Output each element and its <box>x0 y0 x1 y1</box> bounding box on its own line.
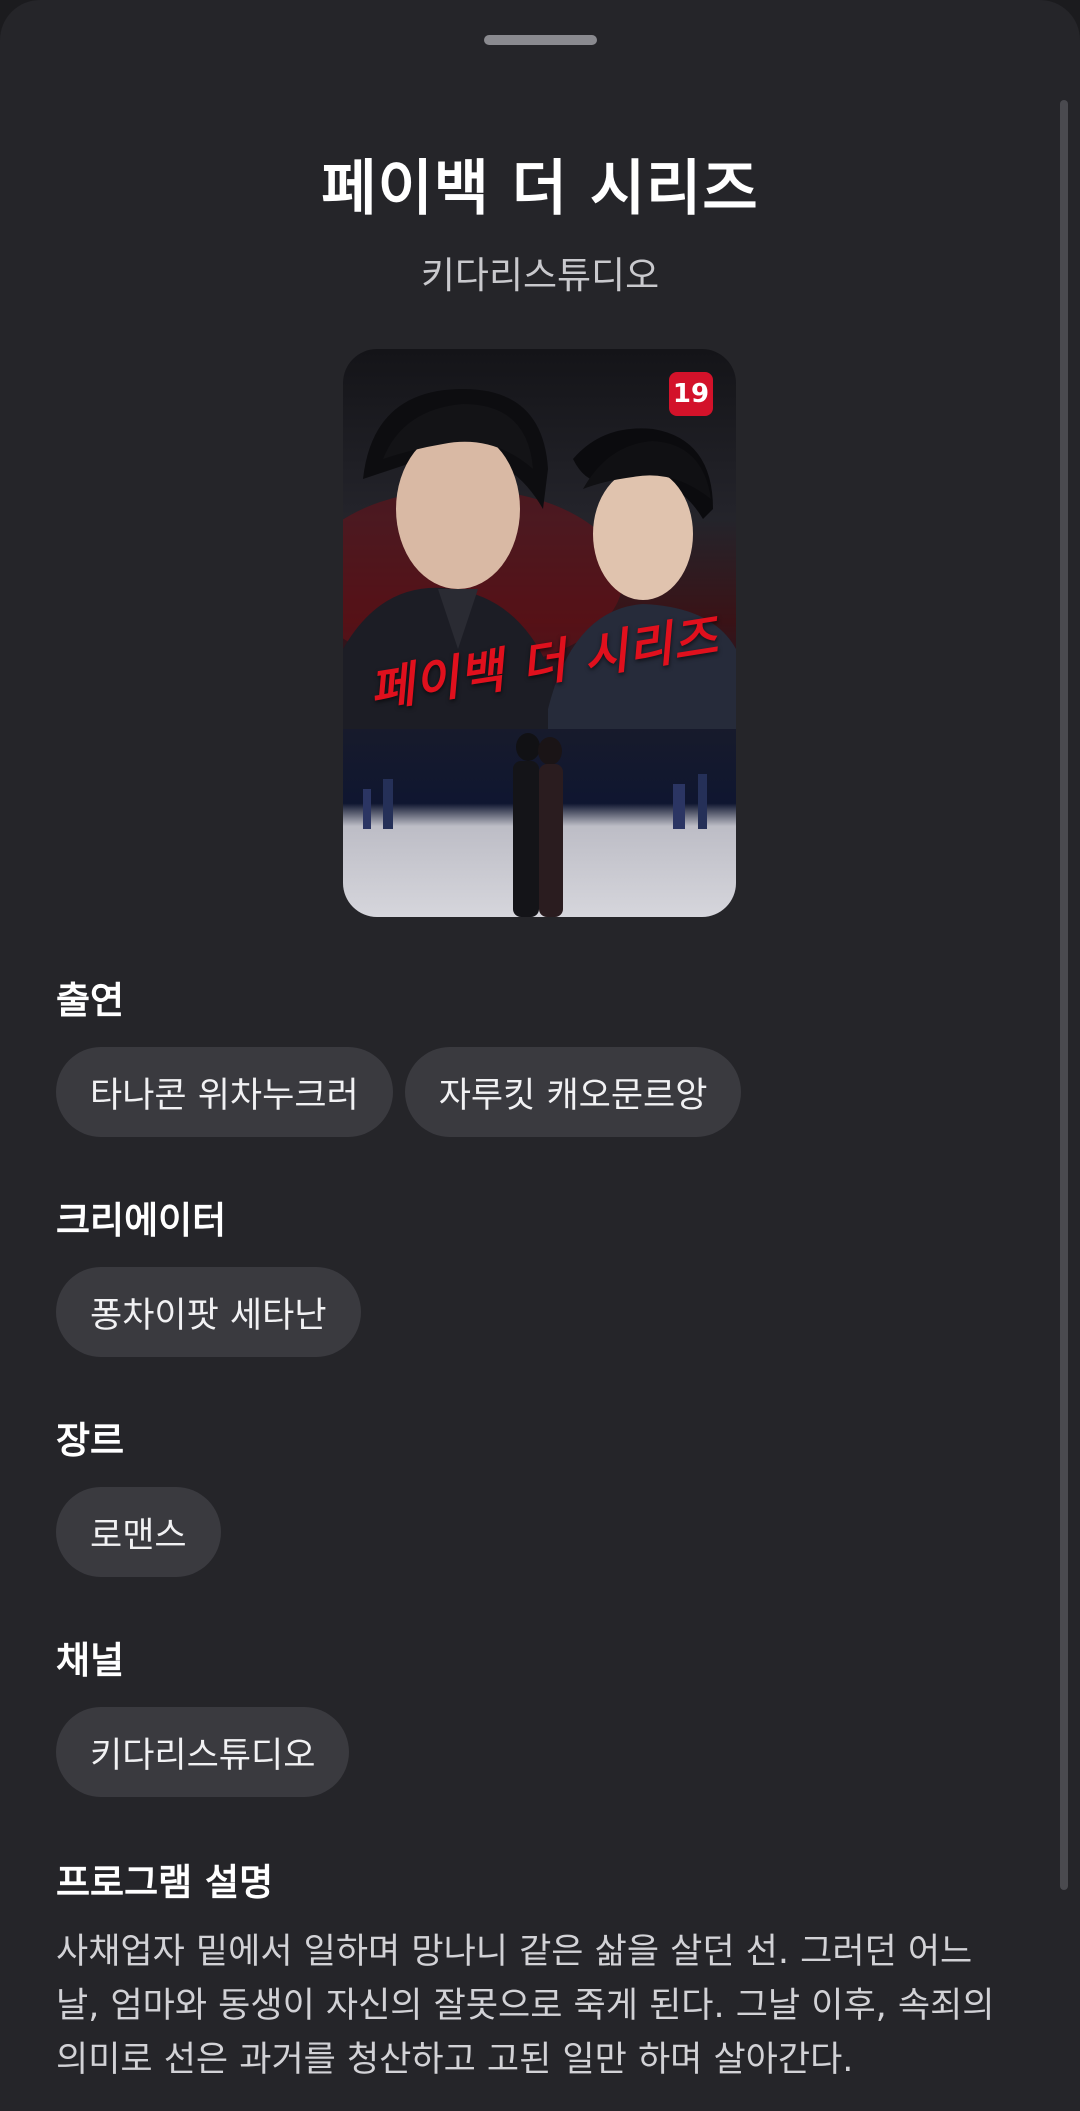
genre-chip[interactable]: 로맨스 <box>56 1487 221 1577</box>
program-poster: 페이백 더 시리즈 19 <box>343 349 736 917</box>
description-label: 프로그램 설명 <box>56 1861 274 1904</box>
program-title: 페이백 더 시리즈 <box>321 154 759 224</box>
cast-chip-row: 타나콘 위차누크러 자루킷 캐오문르앙 <box>56 1047 742 1137</box>
creator-label: 크리에이터 <box>56 1199 227 1242</box>
genre-label: 장르 <box>56 1419 125 1462</box>
cast-chip[interactable]: 타나콘 위차누크러 <box>56 1047 393 1137</box>
genre-chip-row: 로맨스 <box>56 1487 221 1577</box>
channel-chip-row: 키다리스튜디오 <box>56 1707 350 1797</box>
age-rating-badge: 19 <box>669 372 713 416</box>
scrollbar[interactable] <box>1060 100 1068 1890</box>
cast-chip[interactable]: 자루킷 캐오문르앙 <box>404 1047 742 1137</box>
bottom-sheet: 페이백 더 시리즈 키다리스튜디오 페이백 더 시리즈 19 출연 타나콘 위차… <box>0 0 1080 2111</box>
drag-handle[interactable] <box>484 35 597 45</box>
program-channel-subtitle: 키다리스튜디오 <box>420 254 660 297</box>
channel-label: 채널 <box>56 1639 125 1682</box>
channel-chip[interactable]: 키다리스튜디오 <box>56 1707 350 1797</box>
program-description: 사채업자 밑에서 일하며 망나니 같은 삶을 살던 선. 그러던 어느 날, 엄… <box>56 1932 995 2080</box>
creator-chip[interactable]: 퐁차이팟 세타난 <box>56 1267 361 1357</box>
cast-label: 출연 <box>56 979 125 1022</box>
creator-chip-row: 퐁차이팟 세타난 <box>56 1267 361 1357</box>
